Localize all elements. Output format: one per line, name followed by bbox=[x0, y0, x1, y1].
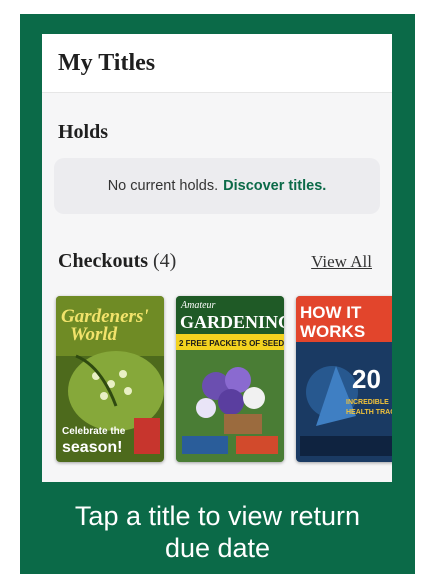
checkout-cover-amateur-gardening[interactable]: Amateur GARDENING 2 FREE PACKETS OF SEED… bbox=[176, 296, 284, 462]
cover3-line3: HEALTH TRACKERS bbox=[346, 409, 392, 416]
page-title: My Titles bbox=[58, 49, 156, 76]
checkouts-header: Checkouts (4) View All bbox=[42, 250, 392, 273]
cover3-masthead-line1: HOW IT bbox=[300, 303, 362, 322]
app-screen: My Titles Holds No current holds. Discov… bbox=[42, 34, 392, 482]
checkouts-count: (4) bbox=[153, 250, 177, 272]
cover1-line2: season! bbox=[62, 439, 122, 456]
checkout-cover-gardeners-world[interactable]: Gardeners' World Celebrate the season! bbox=[56, 296, 164, 462]
cover3-masthead-line2: WORKS bbox=[300, 322, 365, 341]
checkout-cover-how-it-works[interactable]: HOW IT WORKS 20 INCREDIBLE HEALTH TRACKE… bbox=[296, 296, 392, 462]
checkouts-heading: Checkouts (4) bbox=[58, 250, 176, 273]
cover3-line2: INCREDIBLE bbox=[346, 399, 389, 406]
discover-titles-link[interactable]: Discover titles. bbox=[223, 178, 326, 194]
promo-frame: My Titles Holds No current holds. Discov… bbox=[20, 14, 415, 574]
cover2-masthead: GARDENING bbox=[180, 312, 284, 332]
view-all-link[interactable]: View All bbox=[311, 252, 372, 272]
caption-line2: due date bbox=[164, 533, 271, 563]
cover1-masthead-line2: World bbox=[70, 324, 118, 345]
cover1-line1: Celebrate the bbox=[62, 426, 126, 437]
app-header: My Titles bbox=[42, 34, 392, 93]
holds-empty-text: No current holds. bbox=[107, 178, 219, 194]
cover2-masthead-small: Amateur bbox=[180, 300, 216, 311]
instruction-caption: Tap a title to view return due date bbox=[20, 500, 415, 564]
cover3-line1: 20 bbox=[352, 364, 381, 394]
caption-line1: Tap a title to view return bbox=[74, 501, 361, 531]
holds-heading: Holds bbox=[58, 121, 109, 143]
checkouts-carousel: Gardeners' World Celebrate the season! A… bbox=[56, 296, 392, 464]
cover2-banner: 2 FREE PACKETS OF SEEDS bbox=[179, 339, 284, 348]
holds-empty-state: No current holds. Discover titles. bbox=[54, 158, 380, 214]
checkouts-title: Checkouts bbox=[58, 250, 149, 272]
